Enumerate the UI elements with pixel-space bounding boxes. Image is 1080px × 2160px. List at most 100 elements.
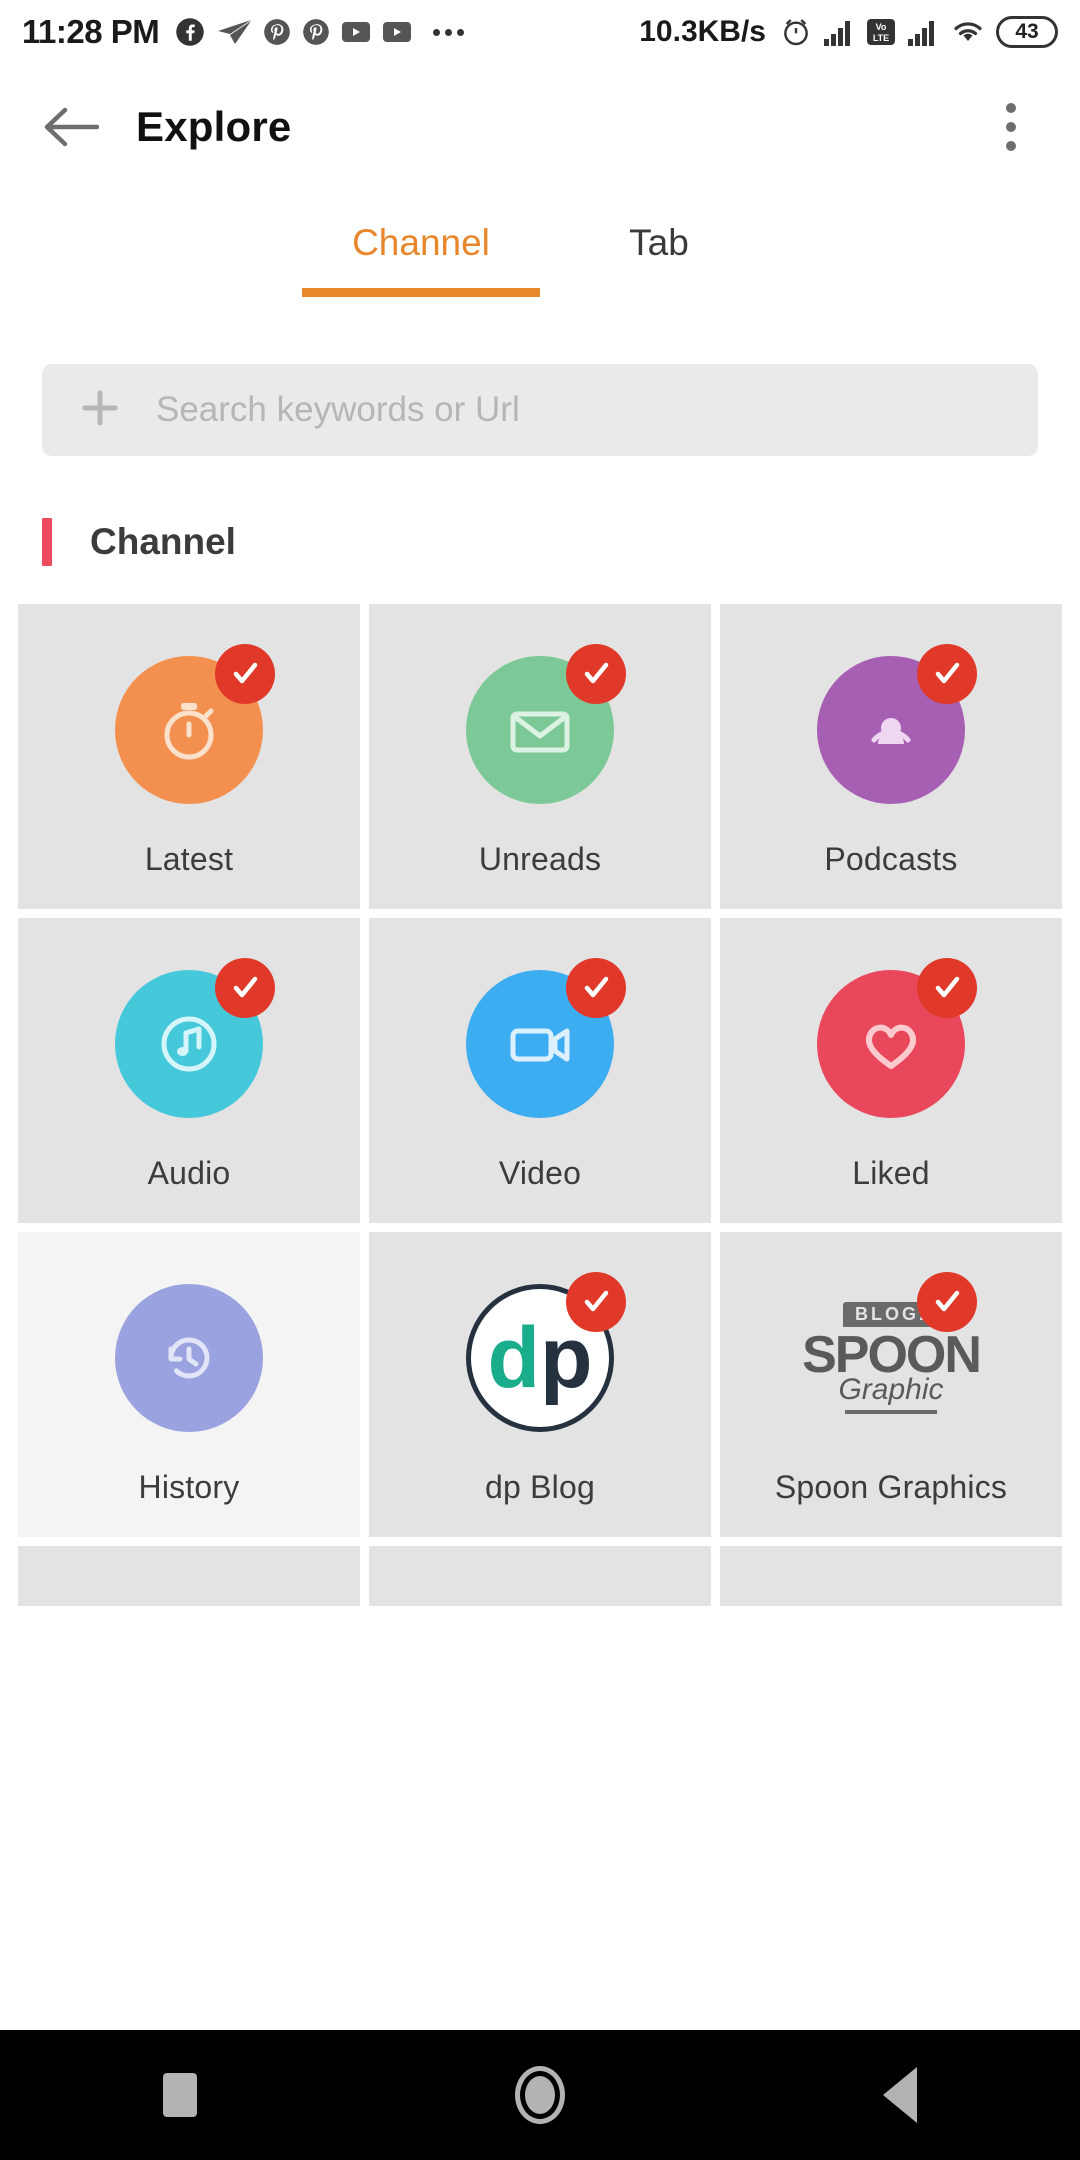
- network-speed-label: 10.3KB/s: [639, 15, 766, 48]
- channel-tile-label: Audio: [147, 1155, 231, 1191]
- check-icon: [584, 1290, 609, 1312]
- page-title: Explore: [136, 102, 292, 150]
- channel-tile-podcasts[interactable]: Podcasts: [720, 604, 1062, 909]
- youtube-icon: [341, 20, 371, 44]
- tab-channel[interactable]: Channel: [302, 189, 540, 297]
- channel-tile-partial[interactable]: [18, 1546, 360, 1606]
- check-icon: [935, 976, 960, 998]
- section-title: Channel: [90, 521, 236, 562]
- dp-logo-left-letter: d: [487, 1310, 540, 1406]
- tab-channel-label: Channel: [352, 222, 490, 263]
- search-input[interactable]: Search keywords or Url: [42, 364, 1038, 456]
- back-nav-button[interactable]: [825, 2030, 975, 2160]
- status-bar-notification-icons: [175, 17, 639, 47]
- history-icon: [168, 1337, 210, 1379]
- facebook-icon: [175, 17, 205, 47]
- search-placeholder: Search keywords or Url: [156, 390, 520, 429]
- selected-check-badge[interactable]: [566, 958, 626, 1018]
- avatar-wrap: [103, 644, 275, 816]
- main-content: Search keywords or Url Channel Latest Un…: [0, 319, 1080, 2030]
- overflow-dots-icon: [433, 28, 465, 36]
- channel-grid-next-row-partial: [0, 1546, 1080, 1606]
- overflow-menu-icon: [1006, 102, 1016, 113]
- avatar: [115, 1284, 263, 1432]
- plus-icon: [78, 386, 122, 435]
- channel-tile-label: dp Blog: [485, 1469, 595, 1505]
- pinterest-icon: [302, 18, 330, 46]
- channel-tile-label: Unreads: [478, 841, 602, 877]
- channel-tile-history[interactable]: History: [18, 1232, 360, 1537]
- channel-tile-latest[interactable]: Latest: [18, 604, 360, 909]
- selected-check-badge[interactable]: [917, 1272, 977, 1332]
- video-camera-icon: [510, 1028, 570, 1062]
- music-note-icon: [161, 1016, 217, 1072]
- battery-level-label: 43: [1015, 20, 1039, 43]
- volte-icon: Vo LTE: [866, 16, 896, 48]
- pinterest-icon: [263, 18, 291, 46]
- status-bar: 11:28 PM 10.3KB/s Vo LTE 43: [0, 0, 1080, 64]
- svg-text:LTE: LTE: [873, 33, 889, 43]
- check-icon: [935, 1290, 960, 1312]
- avatar-wrap: [454, 644, 626, 816]
- podcast-icon: [871, 718, 911, 744]
- channel-tile-label: Liked: [852, 1155, 930, 1191]
- tab-tab-label: Tab: [629, 222, 689, 263]
- avatar-wrap: [103, 958, 275, 1130]
- avatar-wrap: [103, 1272, 275, 1444]
- channel-tile-video[interactable]: Video: [369, 918, 711, 1223]
- channel-tile-dp-blog[interactable]: dp dp Blog: [369, 1232, 711, 1537]
- channel-tile-label: Video: [498, 1155, 582, 1191]
- svg-text:Vo: Vo: [876, 22, 887, 32]
- home-button[interactable]: [465, 2030, 615, 2160]
- channel-tile-liked[interactable]: Liked: [720, 918, 1062, 1223]
- wifi-icon: [950, 17, 986, 47]
- status-bar-time: 11:28 PM: [22, 13, 160, 50]
- back-button[interactable]: [34, 90, 108, 164]
- check-icon: [233, 662, 258, 684]
- channel-tile-unreads[interactable]: Unreads: [369, 604, 711, 909]
- check-icon: [584, 662, 609, 684]
- selected-check-badge[interactable]: [566, 1272, 626, 1332]
- spoon-logo-rule: [845, 1410, 937, 1414]
- tab-active-indicator: [302, 288, 540, 297]
- channel-tile-partial[interactable]: [369, 1546, 711, 1606]
- paper-plane-icon: [216, 18, 252, 46]
- channel-tile-audio[interactable]: Audio: [18, 918, 360, 1223]
- selected-check-badge[interactable]: [215, 644, 275, 704]
- back-triangle-icon: [883, 2067, 917, 2123]
- channel-tile-label: Spoon Graphics: [774, 1469, 1008, 1505]
- overflow-menu-button[interactable]: [976, 87, 1046, 167]
- section-accent-bar: [42, 518, 52, 566]
- avatar-wrap: [805, 644, 977, 816]
- channel-tile-spoon-graphics[interactable]: BLOG. SPOON Graphic Spoon Graphics: [720, 1232, 1062, 1537]
- channel-tile-label: History: [138, 1469, 240, 1505]
- section-header-channel: Channel: [0, 456, 1080, 604]
- tab-bar: Channel Tab: [0, 189, 1080, 319]
- stopwatch-icon: [164, 703, 214, 760]
- recents-button[interactable]: [105, 2030, 255, 2160]
- channel-tile-label: Latest: [144, 841, 234, 877]
- recents-square-icon: [163, 2073, 197, 2117]
- back-arrow-icon: [44, 107, 99, 146]
- search-section: Search keywords or Url: [0, 319, 1080, 456]
- system-nav-bar: [0, 2030, 1080, 2160]
- selected-check-badge[interactable]: [215, 958, 275, 1018]
- check-icon: [584, 976, 609, 998]
- spoon-logo-script: Graphic: [838, 1373, 944, 1406]
- tab-tab[interactable]: Tab: [540, 189, 778, 297]
- channel-tile-partial[interactable]: [720, 1546, 1062, 1606]
- heart-icon: [865, 1024, 917, 1069]
- alarm-clock-icon: [780, 16, 812, 48]
- avatar-wrap: BLOG. SPOON Graphic: [802, 1272, 982, 1444]
- status-bar-system-icons: 10.3KB/s Vo LTE 43: [639, 15, 1058, 49]
- selected-check-badge[interactable]: [917, 644, 977, 704]
- channel-tile-label: Podcasts: [824, 841, 958, 877]
- signal-bars-icon: [906, 17, 940, 47]
- battery-icon: 43: [996, 16, 1058, 48]
- app-bar: Explore: [0, 64, 1080, 189]
- selected-check-badge[interactable]: [566, 644, 626, 704]
- avatar-wrap: [805, 958, 977, 1130]
- envelope-icon: [510, 711, 570, 753]
- channel-grid: Latest Unreads Podcasts Audio Video Like…: [0, 604, 1080, 1537]
- selected-check-badge[interactable]: [917, 958, 977, 1018]
